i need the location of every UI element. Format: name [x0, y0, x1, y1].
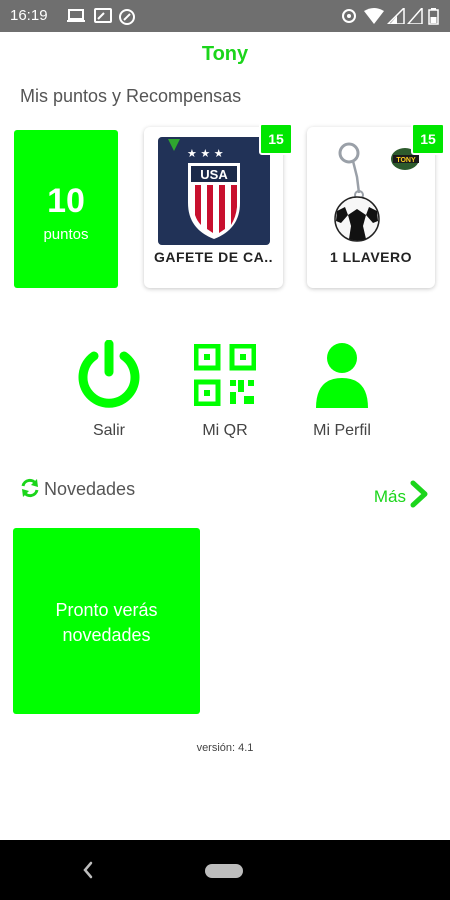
soccer-ball-keychain-image: TONY: [334, 142, 419, 242]
more-label: Más: [373, 487, 406, 506]
vibrate-icon: [342, 9, 356, 23]
my-profile-button[interactable]: Mi Perfil: [292, 340, 392, 439]
svg-text:★ ★ ★: ★ ★ ★: [187, 147, 224, 160]
section-title: Mis puntos y Recompensas: [20, 86, 242, 106]
data-saver-icon: [119, 9, 135, 25]
reward-card[interactable]: TONY 15 1 LLAVERO: [307, 123, 445, 288]
reward-points-badge: 15: [411, 123, 445, 155]
logout-label: Salir: [92, 422, 125, 439]
app-version: versión: 4.1: [196, 742, 254, 754]
news-title: Novedades: [44, 479, 136, 499]
logout-button[interactable]: Salir: [59, 339, 159, 439]
qr-code-icon: [193, 343, 257, 407]
reward-card[interactable]: ★ ★ ★ USA 15 GAFETE DE CA..: [144, 123, 293, 288]
usa-soccer-crest-image: ★ ★ ★ USA: [157, 137, 270, 245]
my-qr-button[interactable]: Mi QR: [175, 340, 275, 439]
points-value: 10: [47, 182, 85, 220]
points-card: 10 puntos: [14, 130, 118, 288]
signal-icon: [407, 8, 423, 24]
news-card: Pronto verás novedades: [13, 528, 200, 714]
laptop-icon: [67, 9, 85, 22]
my-profile-label: Mi Perfil: [313, 422, 371, 439]
home-pill-button[interactable]: [205, 864, 243, 878]
reward-name: GAFETE DE CA..: [153, 249, 273, 265]
system-nav-bar: [0, 840, 450, 900]
status-time: 16:19: [10, 7, 48, 24]
app-title: Tony: [201, 43, 249, 65]
battery-icon: [428, 8, 439, 25]
wifi-icon: [364, 8, 384, 24]
user-icon: [316, 343, 368, 408]
news-header: Novedades: [20, 478, 135, 500]
chevron-right-icon: [410, 480, 428, 508]
points-label: puntos: [43, 226, 89, 243]
power-icon: [78, 339, 140, 408]
cast-icon: [94, 8, 112, 23]
reward-name: 1 LLAVERO: [329, 249, 413, 265]
svg-text:TONY: TONY: [396, 157, 416, 164]
reward-points-badge: 15: [259, 123, 293, 155]
back-icon[interactable]: [82, 860, 94, 880]
status-bar: 16:19: [0, 0, 450, 32]
signal-icon: [387, 8, 405, 24]
news-placeholder: Pronto verás novedades: [55, 600, 158, 645]
svg-text:USA: USA: [200, 167, 228, 182]
more-news-button[interactable]: Más: [374, 480, 428, 508]
my-qr-label: Mi QR: [202, 422, 248, 439]
refresh-icon[interactable]: [20, 478, 40, 498]
